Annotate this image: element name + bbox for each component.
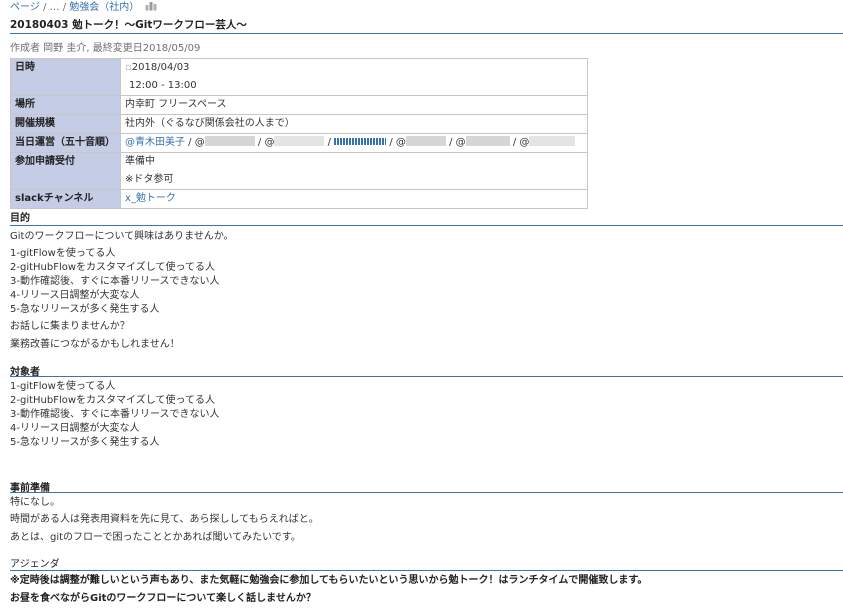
breadcrumb: ページ / … / 勉強会（社内） [10,1,157,15]
table-row: 場所 内幸町 フリースペース [10,95,588,115]
table-row: 当日運営（五十音順） @青木田美子 / @ / @ / / @ / @ / @ [10,133,588,153]
place-label: 場所 [10,95,121,115]
mention-separator: / @ [386,137,406,148]
entry-status: 準備中 [125,156,155,167]
scale-value: 社内外（ぐるなび関係会社の人まで） [120,114,588,134]
page-title: 20180403 勉トーク！～Gitワークフロー芸人～ [10,19,247,31]
table-row: 参加申請受付 準備中 ※ドタ参可 [10,152,588,190]
agenda-invite: お昼を食べながらGitのワークフローについて楽しく話しませんか？ [10,593,316,604]
mention-separator: / @ [509,137,530,148]
slack-channel-link[interactable]: x_勉トーク [125,193,176,204]
redacted-mention [465,136,510,146]
purpose-closing: 業務改善につながるかもしれません！ [10,339,180,350]
staff-label: 当日運営（五十音順） [10,133,121,153]
title-divider [10,33,843,34]
list-item: 2-gitHubFlowをカスタマイズして使ってる人 [10,262,215,273]
breadcrumb-pages-link[interactable]: ページ [10,2,40,13]
list-item: 3-動作確認後、すぐに本番リリースできない人 [10,276,220,287]
breadcrumb-parent-link[interactable]: 勉強会（社内） [69,2,139,13]
breadcrumb-separator: / [39,2,50,13]
mention-separator: / @ [445,137,466,148]
restriction-icon[interactable] [145,1,157,11]
time-value: 12:00 - 13:00 [129,80,197,91]
mention-separator: / @ [185,137,205,148]
staff-cell: @青木田美子 / @ / @ / / @ / @ / @ [120,133,588,153]
agenda-heading: アジェンダ [10,559,60,570]
user-mention[interactable]: @青木田美子 [125,137,185,148]
agenda-divider [10,570,843,571]
list-item: 4-リリース日調整が大変な人 [10,423,140,434]
calendar-marker-icon: ▫ [125,62,132,73]
date-label: 日時 [10,58,121,96]
date-cell: ▫2018/04/03 12:00 - 13:00 [120,58,588,96]
table-row: 日時 ▫2018/04/03 12:00 - 13:00 [10,58,588,96]
list-item: 5-急なリリースが多く発生する人 [10,304,160,315]
redacted-mention [204,136,255,146]
redacted-mention [334,138,387,145]
table-row: 開催規模 社内外（ぐるなび関係会社の人まで） [10,114,588,134]
entry-label: 参加申請受付 [10,152,121,190]
entry-note: ※ドタ参可 [125,174,174,185]
prep-line: 特になし。 [10,497,60,508]
date-value: 2018/04/03 [131,62,190,73]
purpose-intro: Gitのワークフローについて興味はありませんか。 [10,231,234,242]
breadcrumb-ellipsis-link[interactable]: … [50,2,60,13]
list-item: 1-gitFlowを使ってる人 [10,381,116,392]
audience-divider [10,376,843,377]
agenda-note: ※定時後は調整が難しいという声もあり、また気軽に勉強会に参加してもらいたいという… [10,575,648,586]
place-value: 内幸町 フリースペース [120,95,588,115]
event-info-table: 日時 ▫2018/04/03 12:00 - 13:00 場所 内幸町 フリース… [10,58,588,209]
list-item: 4-リリース日調整が大変な人 [10,290,140,301]
mention-separator: / @ [254,137,275,148]
redacted-mention [405,136,446,146]
list-item: 3-動作確認後、すぐに本番リリースできない人 [10,409,220,420]
redacted-mention [529,136,576,146]
list-item: 2-gitHubFlowをカスタマイズして使ってる人 [10,395,215,406]
slack-cell: x_勉トーク [120,189,588,209]
page-byline: 作成者 岡野 圭介, 最終変更日2018/05/09 [10,43,201,54]
scale-label: 開催規模 [10,114,121,134]
table-row: slackチャンネル x_勉トーク [10,189,588,209]
mention-separator: / [324,137,335,148]
list-item: 1-gitFlowを使ってる人 [10,248,116,259]
redacted-mention [274,136,325,146]
list-item: 5-急なリリースが多く発生する人 [10,437,160,448]
breadcrumb-separator: / [59,2,70,13]
prep-divider [10,492,843,493]
purpose-divider [10,225,843,226]
purpose-question: お話しに集まりませんか？ [10,321,130,332]
purpose-heading: 目的 [10,213,30,224]
prep-line: あとは、gitのフローで困ったこととかあれば聞いてみたいです。 [10,532,301,543]
slack-label: slackチャンネル [10,189,121,209]
prep-line: 時間がある人は発表用資料を先に見て、あら探ししてもらえればと。 [10,514,319,525]
entry-cell: 準備中 ※ドタ参可 [120,152,588,190]
